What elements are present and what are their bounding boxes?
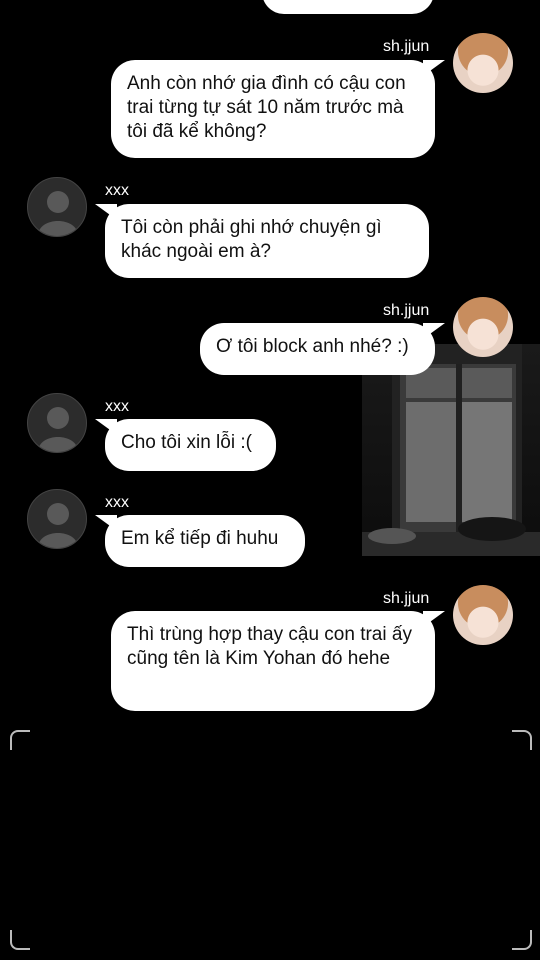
user-avatar[interactable]: [453, 33, 513, 93]
message-bubble: Ơ tôi block anh nhé? :): [200, 323, 435, 375]
message-bubble: Em kể tiếp đi huhu: [105, 515, 305, 567]
contact-avatar[interactable]: [27, 393, 87, 453]
sender-name: sh.jjun: [383, 38, 430, 55]
contact-avatar[interactable]: [27, 489, 87, 549]
frame-corner-top-left: [10, 730, 30, 750]
person-icon: [38, 191, 78, 236]
sender-name: sh.jjun: [383, 302, 430, 319]
contact-avatar[interactable]: [27, 177, 87, 237]
message-bubble: Cho tôi xin lỗi :(: [105, 419, 276, 471]
message-bubble: Anh còn nhớ gia đình có cậu con trai từn…: [111, 60, 435, 158]
sender-name: xxx: [105, 494, 129, 511]
person-icon: [38, 407, 78, 452]
message-bubble: Tôi còn phải ghi nhớ chuyện gì khác ngoà…: [105, 204, 429, 278]
sender-name: xxx: [105, 398, 129, 415]
window-photo: [362, 344, 540, 556]
frame-corner-top-right: [512, 730, 532, 750]
window-image: [362, 344, 540, 556]
message-bubble: Thì trùng hợp thay cậu con trai ấy cũng …: [111, 611, 435, 711]
user-avatar[interactable]: [453, 585, 513, 645]
frame-corner-bottom-left: [10, 930, 30, 950]
person-icon: [38, 503, 78, 548]
sender-name: xxx: [105, 182, 129, 199]
user-avatar[interactable]: [453, 297, 513, 357]
frame-corner-bottom-right: [512, 930, 532, 950]
partial-message-bubble: [262, 0, 434, 14]
sender-name: sh.jjun: [383, 590, 430, 607]
